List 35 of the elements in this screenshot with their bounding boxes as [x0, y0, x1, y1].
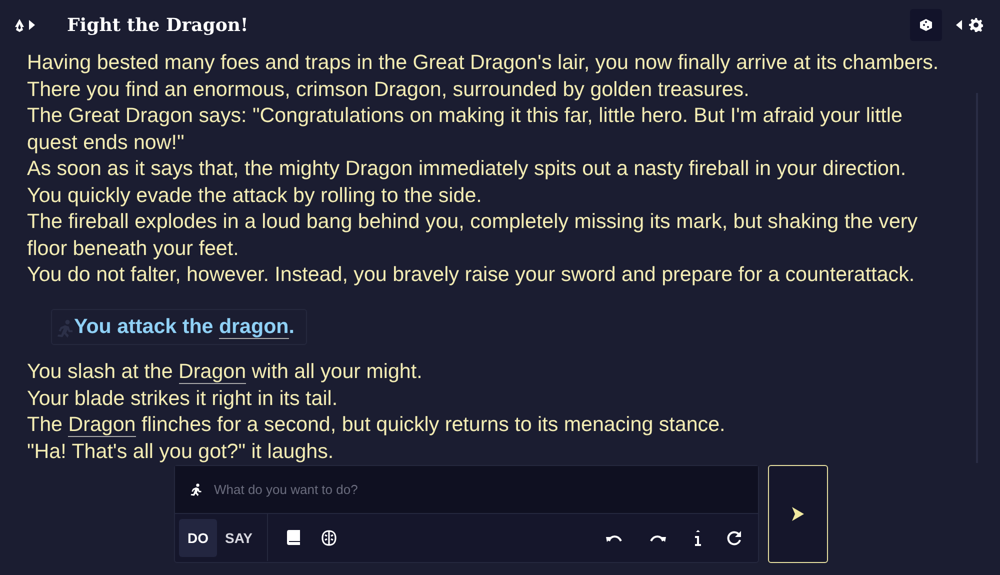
- mode-tab[interactable]: DO: [179, 518, 217, 556]
- expand-icon[interactable]: [28, 19, 36, 31]
- story-text: The Great Dragon says: "Congratulations on making it this far, little hero. But I'm afraid your little quest ends now!": [27, 103, 904, 156]
- runner-icon: [189, 483, 203, 497]
- word-link[interactable]: Dragon: [178, 360, 246, 384]
- info-icon[interactable]: [694, 530, 702, 546]
- book-icon[interactable]: [286, 530, 301, 545]
- mode-tab[interactable]: SAY: [217, 518, 261, 556]
- story-text: The fireball explodes in a loud bang behind you, completely missing its mark, but shaking the very floor beneath your feet.: [27, 209, 919, 262]
- story-text: Having bested many foes and traps in the Great Dragon's lair, you now finally arrive at its chambers.: [27, 50, 940, 76]
- undo-icon[interactable]: [606, 532, 622, 542]
- chevron-icon: [792, 507, 804, 521]
- story-text: Your blade strikes it right in its tail.: [27, 386, 339, 412]
- story-text: The Dragon flinches for a second, but quickly returns to its menacing stance.: [27, 412, 726, 438]
- action-text: You attack the dragon.: [74, 314, 294, 340]
- settings-icon[interactable]: [969, 18, 983, 32]
- collapse-icon[interactable]: [955, 19, 963, 31]
- story-text: You do not falter, however. Instead, you bravely raise your sword and prepare for a counterattack.: [27, 262, 916, 288]
- send-button[interactable]: [768, 465, 828, 563]
- word-link[interactable]: dragon: [218, 314, 289, 338]
- logo-icon[interactable]: [14, 18, 25, 32]
- story-text: There you find an enormous, crimson Dragon, surrounded by golden treasures.: [27, 76, 750, 102]
- dice-button[interactable]: [910, 9, 942, 41]
- command-field[interactable]: What do you want to do?: [175, 466, 758, 514]
- brain-icon[interactable]: [320, 530, 337, 546]
- story-title: Fight the Dragon!: [67, 14, 250, 36]
- runner-icon: [55, 318, 75, 338]
- story-text: You slash at the Dragon with all your might.: [27, 359, 424, 386]
- word-link[interactable]: Dragon: [68, 413, 136, 437]
- story-text: "Ha! That's all you got?" it laughs.: [27, 438, 335, 464]
- redo-icon[interactable]: [650, 532, 666, 542]
- story-text: You quickly evade the attack by rolling to the side.: [27, 182, 483, 208]
- story-text: As soon as it says that, the mighty Dragon immediately spits out a nasty fireball in your direction.: [27, 156, 908, 182]
- retry-icon[interactable]: [726, 530, 742, 546]
- dice-icon: [919, 18, 933, 32]
